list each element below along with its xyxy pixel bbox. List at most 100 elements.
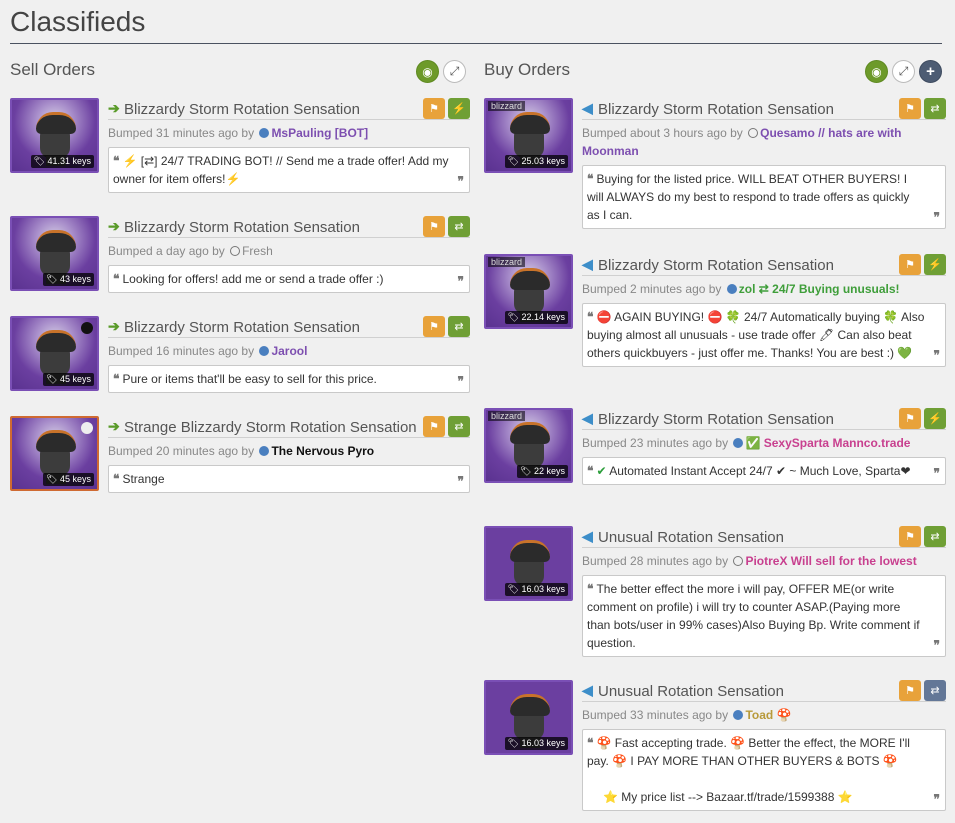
quote-open-icon: ❝ [587,464,594,478]
item-thumbnail[interactable]: 🏷 45 keys [10,316,99,391]
expand-icon[interactable]: ⤢ [443,60,466,83]
item-name[interactable]: Blizzardy Storm Rotation Sensation [598,257,834,274]
user-status-icon [733,438,744,448]
trade-offer-button[interactable]: ⇄ [924,98,946,119]
trade-offer-button[interactable]: ⇄ [448,416,470,437]
listing-message: ❝ ⚡ [⇄] 24/7 TRADING BOT! // Send me a tr… [108,147,470,193]
quote-open-icon: ❝ [113,472,120,486]
buy-orders-column: Buy Orders ◉ ⤢ + blizzard 🏷 25.03 keys ◀… [484,58,946,811]
title-divider [10,43,942,44]
quote-close-icon: ❞ [933,466,940,480]
quote-open-icon: ❝ [113,372,120,386]
user-status-icon [726,284,737,294]
buy-orders-title: Buy Orders [484,60,570,79]
sell-orders-title: Sell Orders [10,60,96,79]
bump-info: Bumped 33 minutes ago by Toad 🍄 [582,708,792,722]
report-flag-button[interactable]: ⚑ [423,98,445,119]
item-thumbnail[interactable]: 🏷 16.03 keys [484,680,573,755]
trade-offer-button[interactable]: ⇄ [924,526,946,547]
buy-listing-4: 🏷 16.03 keys ◀ Unusual Rotation Sensatio… [484,526,946,666]
report-flag-button[interactable]: ⚑ [423,316,445,337]
quote-close-icon: ❞ [933,348,940,362]
listing-message: ❝ ✔ Automated Instant Accept 24/7 ✔ ~ Muc… [582,457,946,485]
item-name[interactable]: Unusual Rotation Sensation [598,683,784,700]
price-tag: 🏷 16.03 keys [504,583,568,596]
report-flag-button[interactable]: ⚑ [899,254,921,275]
item-label: blizzard [488,257,526,267]
quote-close-icon: ❞ [457,474,464,488]
instant-trade-button[interactable]: ⚡ [448,98,470,119]
quote-open-icon: ❝ [587,172,594,186]
price-tag: 🏷 25.03 keys [504,155,568,168]
buy-arrow-icon: ◀ [582,100,593,116]
listing-message: ❝ Strange ❞ [108,465,470,493]
quote-open-icon: ❝ [587,310,594,324]
user-status-icon [259,128,270,138]
item-thumbnail[interactable]: blizzard 🏷 25.03 keys [484,98,573,173]
report-flag-button[interactable]: ⚑ [899,680,921,701]
item-name[interactable]: Unusual Rotation Sensation [598,529,784,546]
quote-close-icon: ❞ [933,210,940,224]
user-link[interactable]: PiotreX Will sell for the lowest [745,554,916,568]
item-name[interactable]: Strange Blizzardy Storm Rotation Sensati… [124,419,417,436]
quote-close-icon: ❞ [933,792,940,806]
page-title: Classifieds [10,6,146,37]
report-flag-button[interactable]: ⚑ [899,408,921,429]
instant-trade-button[interactable]: ⚡ [924,408,946,429]
trade-offer-button[interactable]: ⇄ [448,216,470,237]
item-name[interactable]: Blizzardy Storm Rotation Sensation [124,101,360,118]
user-link[interactable]: SexySparta Mannco.trade [764,436,911,450]
sell-listing-1: 🏷 41.31 keys ➔ Blizzardy Storm Rotation … [10,98,470,198]
item-label: blizzard [488,411,526,421]
report-flag-button[interactable]: ⚑ [423,416,445,437]
report-flag-button[interactable]: ⚑ [423,216,445,237]
buy-arrow-icon: ◀ [582,256,593,272]
buy-tools: ◉ ⤢ + [865,60,942,83]
instant-trade-button[interactable]: ⚡ [924,254,946,275]
item-thumbnail[interactable]: 🏷 41.31 keys [10,98,99,173]
price-tag: 🏷 16.03 keys [504,737,568,750]
user-link[interactable]: Toad [745,708,773,722]
trade-offer-button[interactable]: ⇄ [924,680,946,701]
listing-message: ❝ ⛔ AGAIN BUYING! ⛔ 🍀 24/7 Automatically … [582,303,946,367]
user-link[interactable]: Jarool [271,344,307,358]
item-thumbnail[interactable]: blizzard 🏷 22 keys [484,408,573,483]
item-name[interactable]: Blizzardy Storm Rotation Sensation [598,101,834,118]
report-flag-button[interactable]: ⚑ [899,526,921,547]
paint-dot-icon [81,422,93,434]
price-tag: 🏷 22.14 keys [504,311,568,324]
sell-listing-4: 🏷 45 keys ➔ Strange Blizzardy Storm Rota… [10,416,470,496]
user-link[interactable]: The Nervous Pyro [271,444,374,458]
trade-offer-button[interactable]: ⇄ [448,316,470,337]
expand-icon[interactable]: ⤢ [892,60,915,83]
quote-close-icon: ❞ [457,274,464,288]
user-link[interactable]: Fresh [242,244,273,258]
buy-arrow-icon: ◀ [582,410,593,426]
bump-info: Bumped 23 minutes ago by ✅ SexySparta Ma… [582,436,911,450]
toggle-visibility-eye-icon[interactable]: ◉ [865,60,888,83]
item-thumbnail[interactable]: 🏷 16.03 keys [484,526,573,601]
price-tag: 🏷 45 keys [43,473,94,486]
bump-info: Bumped 2 minutes ago by zol ⇄ 24/7 Buyin… [582,282,900,296]
user-status-icon [733,710,744,720]
item-name[interactable]: Blizzardy Storm Rotation Sensation [598,411,834,428]
listing-message: ❝ Buying for the listed price. WILL BEAT … [582,165,946,229]
sell-orders-column: Sell Orders ◉ ⤢ 🏷 41.31 keys ➔ Blizzardy… [10,58,470,493]
item-name[interactable]: Blizzardy Storm Rotation Sensation [124,219,360,236]
report-flag-button[interactable]: ⚑ [899,98,921,119]
item-thumbnail[interactable]: blizzard 🏷 22.14 keys [484,254,573,329]
sell-arrow-icon: ➔ [108,218,120,234]
quote-open-icon: ❝ [113,154,120,168]
price-tag: 🏷 22 keys [517,465,568,478]
toggle-visibility-eye-icon[interactable]: ◉ [416,60,439,83]
item-thumbnail[interactable]: 🏷 43 keys [10,216,99,291]
item-thumbnail[interactable]: 🏷 45 keys [10,416,99,491]
user-link[interactable]: zol ⇄ 24/7 Buying unusuals! [739,282,900,296]
item-name[interactable]: Blizzardy Storm Rotation Sensation [124,319,360,336]
quote-close-icon: ❞ [457,374,464,388]
buy-listing-3: blizzard 🏷 22 keys ◀ Blizzardy Storm Rot… [484,408,946,508]
add-listing-plus-icon[interactable]: + [919,60,942,83]
verified-check-icon: ✅ [745,436,761,450]
user-link[interactable]: MsPauling [BOT] [271,126,368,140]
price-tag: 🏷 41.31 keys [30,155,94,168]
